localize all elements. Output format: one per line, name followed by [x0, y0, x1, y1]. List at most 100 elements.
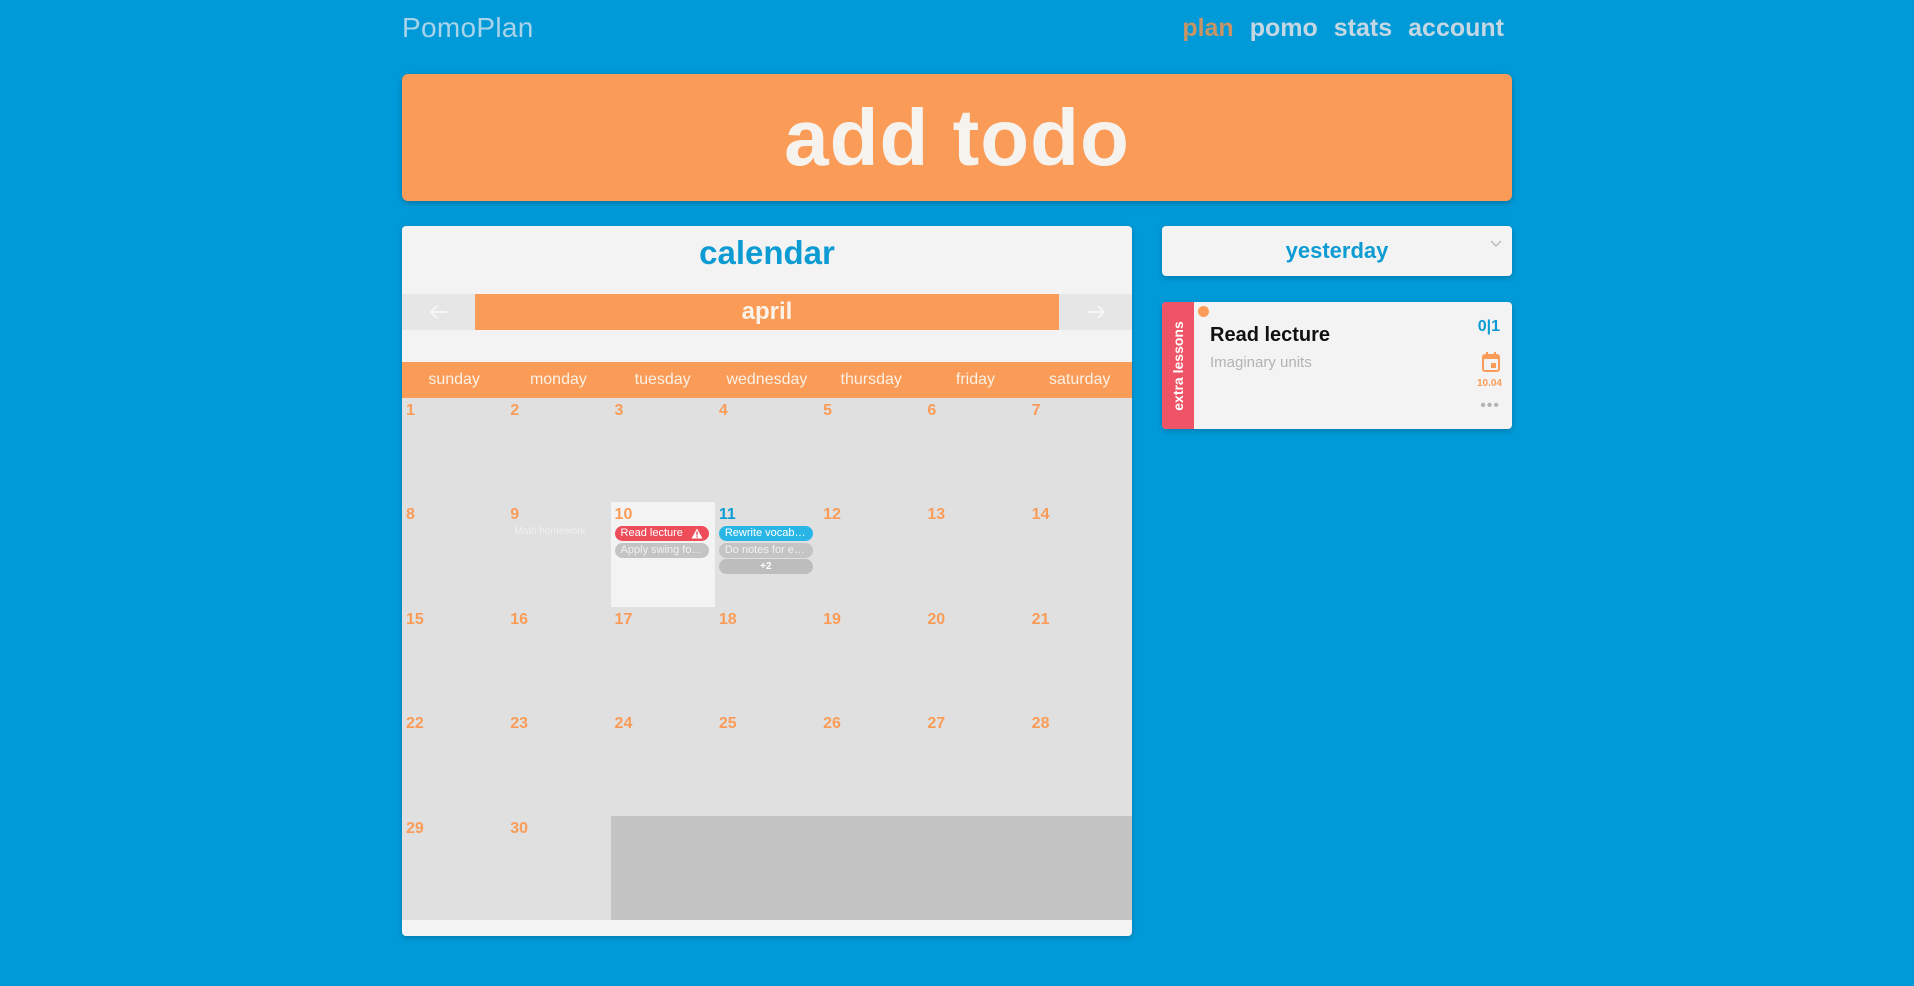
day-number: 30 [510, 819, 529, 837]
calendar-icon [1482, 352, 1500, 372]
day-number: 3 [614, 402, 624, 419]
calendar-day[interactable]: 21 [1028, 607, 1132, 711]
event-label: Read lecture [620, 527, 683, 540]
calendar-day[interactable]: 4 [715, 398, 819, 502]
dropdown-value: yesterday [1285, 238, 1389, 263]
day-number: 26 [823, 715, 841, 733]
add-todo-button[interactable]: add todo [402, 74, 1512, 201]
calendar-day[interactable]: 24 [611, 711, 715, 815]
calendar-day[interactable]: 7 [1028, 398, 1132, 502]
calendar-event[interactable]: Rewrite vocabu... [718, 526, 813, 542]
calendar-day[interactable]: 11 Rewrite vocabu... Do notes for ex... … [715, 502, 819, 606]
calendar-day[interactable]: 14 [1028, 502, 1132, 606]
day-number: 20 [927, 610, 946, 628]
weekday-tuesday: tuesday [634, 371, 691, 388]
day-filter-dropdown[interactable]: yesterday [1162, 226, 1512, 276]
nav-account[interactable]: account [1408, 14, 1504, 43]
calendar-day[interactable]: 28 [1028, 711, 1132, 815]
calendar-panel: calendar april sunday monday tuesday wed… [402, 226, 1132, 936]
weekday-header: sunday monday tuesday wednesday thursday… [402, 362, 1132, 398]
day-number: 17 [614, 610, 633, 628]
pomodoro-count: 0|1 [1477, 318, 1500, 335]
day-number: 24 [614, 715, 633, 733]
calendar-day[interactable]: 12 [819, 502, 923, 606]
calendar-day[interactable]: 8 [402, 502, 506, 606]
day-number: 23 [510, 715, 529, 733]
status-dot [1198, 306, 1209, 317]
nav-stats[interactable]: stats [1334, 14, 1392, 43]
day-number: 21 [1031, 610, 1050, 628]
calendar-day[interactable]: 18 [715, 607, 819, 711]
calendar-day[interactable]: 5 [819, 398, 923, 502]
weekday-friday: friday [955, 371, 996, 388]
weekday-monday: monday [529, 371, 587, 388]
calendar-day[interactable]: 22 [402, 711, 506, 815]
day-number: 7 [1031, 402, 1041, 419]
more-events-button[interactable]: +2 [718, 559, 813, 575]
empty-days [610, 815, 1132, 920]
calendar-day[interactable]: 1 [402, 398, 506, 502]
calendar-day[interactable]: 19 [819, 607, 923, 711]
main-nav: plan pomo stats account [1182, 14, 1504, 43]
day-number: 11 [718, 506, 736, 524]
day-number: 2 [510, 402, 520, 419]
calendar-title: calendar [699, 234, 835, 271]
calendar-day[interactable]: 3 [611, 398, 715, 502]
calendar-day[interactable]: 13 [923, 502, 1027, 606]
day-number: 4 [718, 402, 728, 419]
month-navigation: april [402, 294, 1132, 330]
calendar-day[interactable]: 27 [923, 711, 1027, 815]
calendar-event[interactable]: Do notes for ex... [718, 543, 813, 559]
calendar-day[interactable]: 26 [819, 711, 923, 815]
month-label: april [475, 294, 1059, 330]
arrow-left-icon [429, 305, 447, 319]
calendar-day[interactable]: 29 [402, 816, 506, 920]
arrow-right-icon [1087, 305, 1105, 319]
calendar-event-overdue[interactable]: Read lecture [614, 526, 709, 542]
day-number: 9 [510, 506, 520, 524]
category-label: extra lessons [1170, 320, 1186, 411]
day-number: 22 [406, 715, 424, 733]
weekday-sunday: sunday [428, 371, 480, 388]
todo-subtitle: Imaginary units [1210, 354, 1312, 371]
next-month-button[interactable] [1059, 294, 1132, 330]
day-number: 19 [823, 610, 841, 628]
weekday-saturday: saturday [1049, 371, 1111, 388]
day-number: 29 [406, 819, 424, 837]
calendar-grid: 1 2 3 4 5 6 7 8 9 Math homework 10 Read … [402, 398, 1132, 920]
calendar-day[interactable]: 17 [611, 607, 715, 711]
calendar-day[interactable]: 30 [506, 816, 610, 920]
calendar-day[interactable]: 20 [923, 607, 1027, 711]
todo-title: Read lecture [1210, 324, 1331, 346]
todo-card[interactable]: extra lessons Read lecture Imaginary uni… [1162, 302, 1512, 429]
day-number: 13 [927, 506, 946, 524]
day-number: 12 [823, 506, 841, 524]
day-number: 8 [406, 506, 415, 524]
day-number: 14 [1031, 506, 1050, 524]
calendar-day[interactable]: 2 [506, 398, 610, 502]
calendar-day[interactable]: 25 [715, 711, 819, 815]
calendar-event[interactable]: Apply swing fo... [614, 543, 709, 559]
add-todo-label: add todo [784, 92, 1130, 182]
app-title: PomoPlan [402, 12, 534, 43]
day-number: 1 [406, 402, 415, 419]
prev-month-button[interactable] [402, 294, 475, 330]
day-number: 15 [406, 610, 424, 628]
calendar-day-today[interactable]: 10 Read lecture Apply swing fo... [610, 502, 715, 607]
calendar-day[interactable]: 23 [506, 711, 610, 815]
day-number: 10 [614, 506, 633, 524]
calendar-day[interactable]: 6 [923, 398, 1027, 502]
day-number: 27 [927, 715, 946, 733]
day-number: 25 [718, 715, 737, 733]
chevron-down-icon [1490, 240, 1502, 248]
calendar-day[interactable]: 15 [402, 607, 506, 711]
nav-pomo[interactable]: pomo [1250, 14, 1318, 43]
calendar-day[interactable]: 16 [506, 607, 610, 711]
weekday-thursday: thursday [840, 371, 902, 388]
due-date: 10.04 [1476, 378, 1502, 389]
nav-plan[interactable]: plan [1182, 14, 1233, 43]
category-tag: extra lessons [1162, 302, 1194, 429]
calendar-day[interactable]: 9 Math homework [506, 502, 610, 606]
more-options-icon[interactable]: ••• [1480, 398, 1500, 414]
calendar-event[interactable]: Math homework [514, 526, 585, 537]
